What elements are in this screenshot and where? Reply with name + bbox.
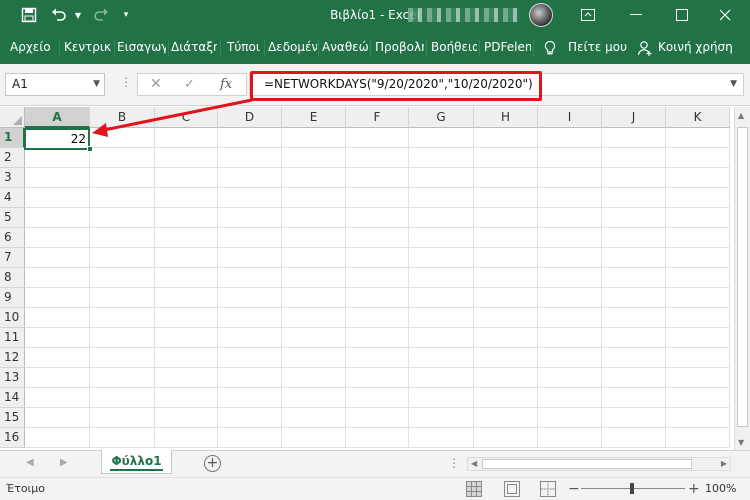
scroll-right-icon[interactable]: ▶: [721, 458, 727, 470]
page-layout-view-icon[interactable]: [504, 481, 520, 497]
zoom-level[interactable]: 100%: [705, 478, 736, 500]
status-bar: Έτοιμο − + 100%: [0, 477, 750, 500]
vertical-scroll-thumb[interactable]: [737, 127, 748, 427]
sheet-tab-bar: ◀ ▶ Φύλλο1 + ⋮ ◀ ▶: [0, 450, 750, 477]
previous-sheet-icon[interactable]: ◀: [26, 457, 34, 468]
page-break-view-icon[interactable]: [540, 481, 556, 497]
zoom-in-icon[interactable]: +: [688, 478, 700, 500]
vertical-scrollbar[interactable]: ▲ ▼: [734, 107, 750, 450]
horizontal-scrollbar[interactable]: ◀ ▶: [467, 457, 731, 471]
sheet-tab-1[interactable]: Φύλλο1: [101, 450, 172, 474]
add-sheet-button[interactable]: +: [204, 455, 221, 472]
scroll-down-icon[interactable]: ▼: [738, 438, 744, 447]
normal-view-icon[interactable]: [466, 481, 482, 497]
tab-split-grip-icon[interactable]: ⋮: [448, 456, 460, 470]
status-ready: Έτοιμο: [6, 482, 46, 495]
zoom-slider-knob[interactable]: [630, 483, 634, 494]
zoom-out-icon[interactable]: −: [568, 478, 580, 500]
next-sheet-icon[interactable]: ▶: [60, 457, 68, 468]
horizontal-scroll-thumb[interactable]: [482, 459, 692, 469]
scroll-left-icon[interactable]: ◀: [471, 458, 477, 470]
scroll-up-icon[interactable]: ▲: [738, 111, 744, 120]
annotation-arrow: [92, 98, 253, 137]
